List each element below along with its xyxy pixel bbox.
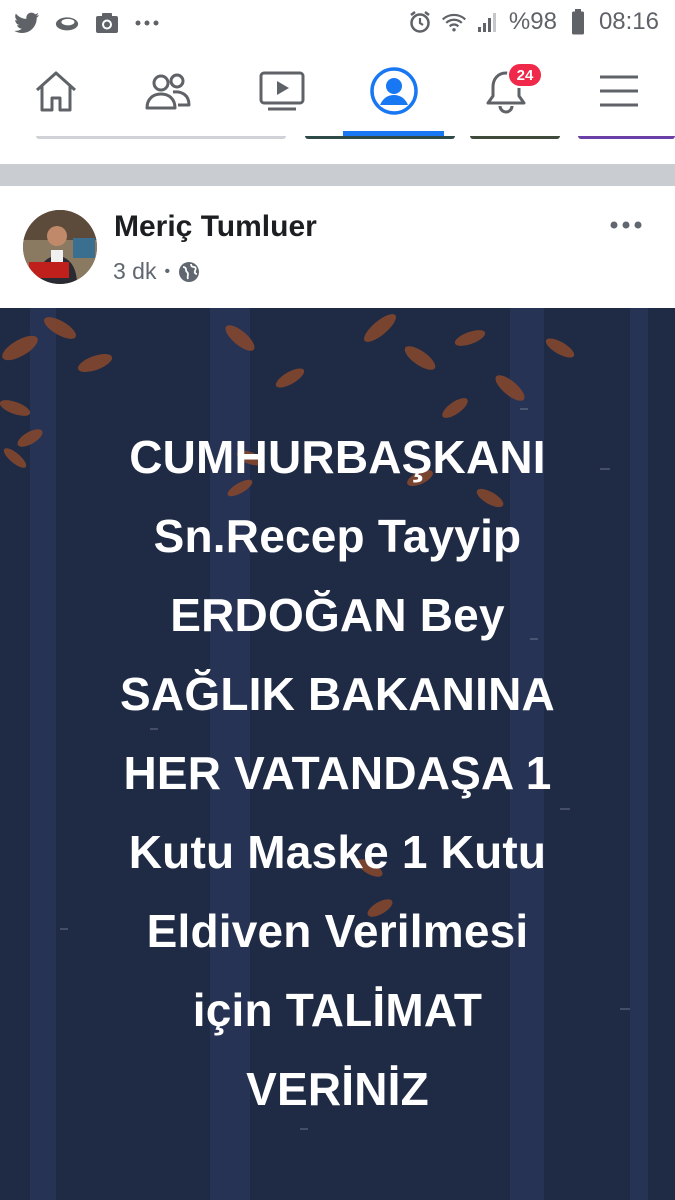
stories-strip — [0, 136, 675, 164]
post-text-line: VERİNİZ — [246, 1063, 429, 1115]
story-card[interactable] — [470, 136, 560, 139]
post-author-name[interactable]: Meriç Tumluer — [114, 210, 317, 244]
nav-notifications[interactable] — [450, 46, 562, 136]
cloud-icon — [54, 10, 80, 36]
globe-icon — [178, 261, 200, 283]
notification-badge: 24 — [507, 62, 543, 88]
alarm-icon — [407, 9, 433, 35]
story-card[interactable] — [578, 136, 675, 139]
twitter-icon — [14, 10, 40, 36]
nav-profile[interactable] — [338, 46, 450, 136]
status-bar-notifications — [14, 10, 160, 36]
post-meta: 3 dk • — [113, 258, 200, 285]
top-navigation — [0, 46, 675, 136]
meta-separator: • — [164, 262, 171, 280]
post-text: CUMHURBAŞKANI Sn.Recep Tayyip ERDOĞAN Be… — [30, 418, 645, 1129]
post-text-line: SAĞLIK BAKANINA — [120, 668, 555, 720]
post-timestamp[interactable]: 3 dk — [113, 258, 156, 285]
post-text-line: HER VATANDAŞA 1 — [123, 747, 552, 799]
post-text-line: CUMHURBAŞKANI — [129, 431, 546, 483]
battery-percent: %98 — [508, 8, 557, 35]
avatar[interactable] — [23, 210, 97, 284]
post-text-line: Sn.Recep Tayyip — [153, 510, 522, 562]
camera-icon — [94, 10, 120, 36]
nav-menu[interactable] — [563, 46, 675, 136]
home-icon — [35, 71, 77, 112]
story-card[interactable] — [36, 136, 286, 139]
more-dots-icon — [134, 10, 160, 36]
nav-home[interactable] — [0, 46, 112, 136]
menu-icon — [600, 75, 638, 107]
status-bar-system: %98 08:16 — [407, 8, 659, 36]
post-options-button[interactable] — [609, 218, 643, 230]
friends-icon — [145, 73, 191, 110]
wifi-icon — [441, 9, 467, 35]
post-content[interactable]: CUMHURBAŞKANI Sn.Recep Tayyip ERDOĞAN Be… — [0, 308, 675, 1200]
profile-icon — [370, 67, 418, 115]
nav-video[interactable] — [226, 46, 338, 136]
post-text-line: Kutu Maske 1 Kutu — [128, 826, 547, 878]
post-text-line: ERDOĞAN Bey — [170, 589, 505, 641]
nav-friends[interactable] — [112, 46, 224, 136]
feed-divider — [0, 164, 675, 186]
more-options-icon — [610, 221, 642, 229]
signal-icon — [475, 9, 501, 35]
post-header: Meriç Tumluer 3 dk • — [0, 186, 675, 308]
post-text-line: Eldiven Verilmesi — [146, 905, 529, 957]
post-text-line: için TALİMAT — [192, 984, 483, 1036]
clock: 08:16 — [598, 8, 659, 35]
status-bar: %98 08:16 — [0, 0, 675, 46]
story-card[interactable] — [305, 136, 455, 139]
battery-icon — [565, 9, 591, 35]
video-icon — [259, 71, 305, 111]
